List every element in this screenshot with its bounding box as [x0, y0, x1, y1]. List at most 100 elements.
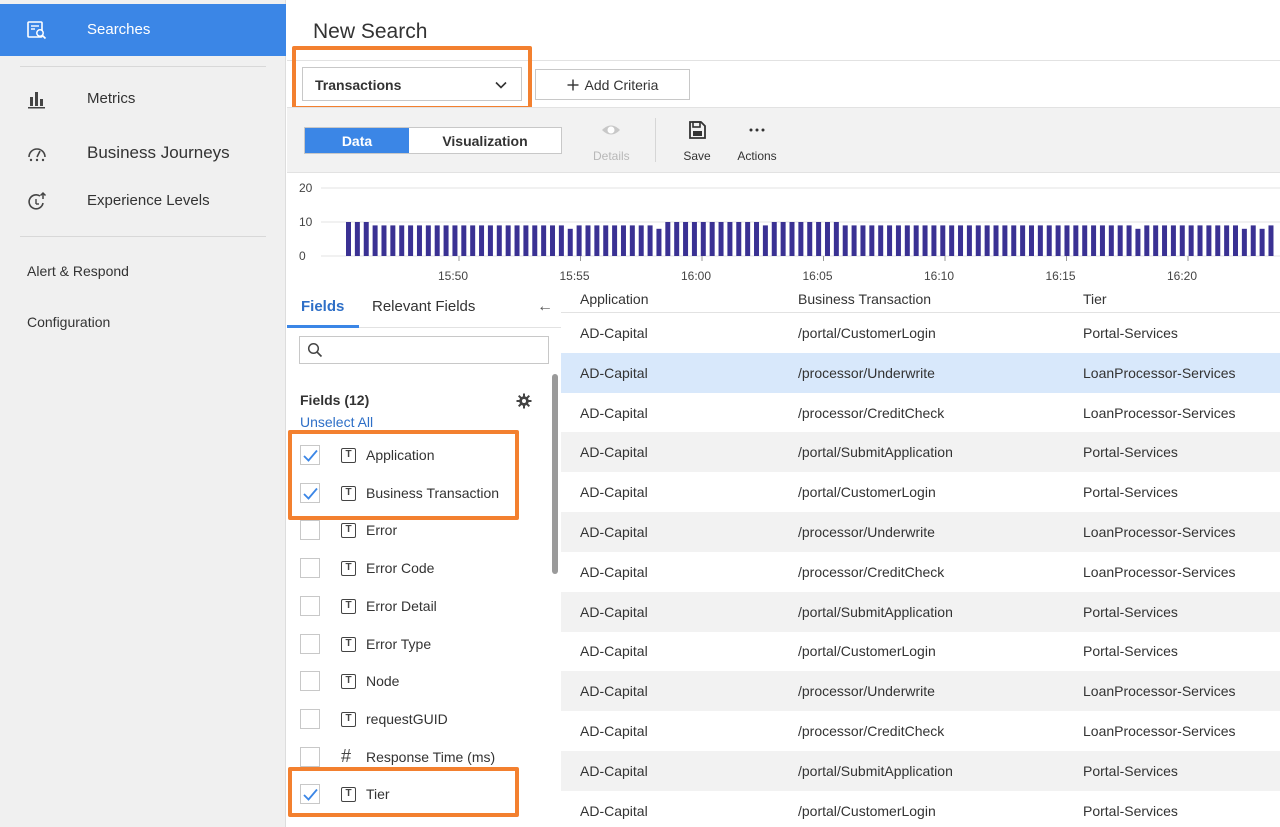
table-row[interactable]: AD-Capital/portal/CustomerLogin Portal-Se…: [561, 791, 1280, 827]
histogram-bar: [940, 225, 946, 256]
numeric-type-icon: #: [341, 745, 352, 766]
histogram-bar: [470, 225, 476, 256]
divider: [20, 66, 266, 67]
highlight-box: [288, 767, 519, 817]
histogram-bar: [913, 225, 919, 256]
table-cell: AD-Capital: [580, 404, 648, 421]
table-row[interactable]: AD-Capital/processor/Underwrite LoanProce…: [561, 352, 1280, 393]
table-cell: Portal-Services: [1083, 762, 1178, 779]
histogram-bar: [603, 225, 609, 256]
field-checkbox[interactable]: [300, 558, 320, 579]
details-button[interactable]: Details: [593, 120, 630, 166]
table-cell: AD-Capital: [580, 643, 648, 660]
table-row[interactable]: AD-Capital/processor/Underwrite LoanProce…: [561, 512, 1280, 552]
table-row[interactable]: AD-Capital/processor/CreditCheck LoanProc…: [561, 711, 1280, 751]
tab-fields[interactable]: Fields: [301, 298, 344, 315]
histogram-bar: [443, 225, 449, 256]
histogram-bar: [372, 225, 378, 256]
histogram-bar: [771, 222, 777, 256]
sidebar-item-configuration[interactable]: Configuration: [27, 314, 110, 330]
y-tick-label: 0: [299, 249, 306, 263]
table-row[interactable]: AD-Capital/processor/CreditCheck LoanProc…: [561, 552, 1280, 592]
field-checkbox[interactable]: [300, 520, 320, 541]
actions-button[interactable]: Actions: [735, 120, 779, 166]
table-row[interactable]: AD-Capital/portal/SubmitApplication Porta…: [561, 432, 1280, 473]
field-checkbox[interactable]: [300, 746, 320, 767]
sidebar-item-label: Searches: [87, 21, 151, 38]
text-type-icon: T: [341, 448, 356, 463]
table-cell: AD-Capital: [580, 563, 648, 580]
save-label: Save: [683, 149, 711, 163]
entity-type-value: Transactions: [315, 77, 402, 93]
field-checkbox[interactable]: [300, 633, 320, 654]
fields-search-input[interactable]: [299, 336, 549, 364]
field-label: Business Transaction: [366, 484, 500, 501]
field-checkbox[interactable]: [300, 445, 320, 465]
histogram-bar: [966, 225, 972, 256]
histogram-bar: [1002, 225, 1008, 256]
table-row[interactable]: AD-Capital/portal/CustomerLogin Portal-Se…: [561, 631, 1280, 671]
histogram-bar: [709, 222, 715, 256]
field-checkbox[interactable]: [300, 708, 320, 729]
sidebar-item-metrics[interactable]: Metrics: [0, 79, 286, 119]
histogram-bar: [727, 222, 733, 256]
sidebar-item-business-journeys[interactable]: Business Journeys: [0, 133, 286, 173]
histogram-bar: [1224, 225, 1230, 256]
histogram-bar: [390, 225, 396, 256]
histogram-bar: [363, 222, 369, 256]
histogram-bar: [1259, 228, 1265, 256]
table-cell: /portal/SubmitApplication: [798, 444, 953, 461]
gauge-icon: [28, 148, 46, 162]
field-checkbox[interactable]: [300, 595, 320, 616]
page-title: New Search: [313, 20, 428, 43]
table-row[interactable]: AD-Capital/portal/SubmitApplication Porta…: [561, 750, 1280, 791]
field-checkbox[interactable]: [300, 784, 320, 805]
tab-relevant-fields[interactable]: Relevant Fields: [372, 298, 475, 315]
collapse-panel-icon[interactable]: ←: [537, 298, 553, 316]
unselect-all-link[interactable]: Unselect All: [300, 414, 373, 430]
table-row[interactable]: AD-Capital/processor/Underwrite LoanProce…: [561, 671, 1280, 712]
column-header-business-transaction[interactable]: Business Transaction: [798, 286, 931, 312]
histogram-bar: [638, 225, 644, 256]
plus-icon: [567, 79, 579, 90]
table-cell: LoanProcessor-Services: [1083, 364, 1236, 381]
histogram-bar: [567, 228, 573, 256]
field-label: Response Time (ms): [366, 748, 496, 765]
x-tick-label: 15:55: [560, 269, 590, 283]
tab-visualization[interactable]: Visualization: [409, 128, 561, 153]
histogram-bar: [949, 225, 955, 256]
field-label: Tier: [366, 786, 390, 803]
sidebar-item-experience-levels[interactable]: Experience Levels: [0, 181, 286, 221]
tab-data[interactable]: Data: [305, 128, 409, 153]
column-header-tier[interactable]: Tier: [1083, 286, 1107, 312]
table-row[interactable]: AD-Capital/portal/CustomerLogin Portal-Se…: [561, 472, 1280, 512]
table-cell: /processor/CreditCheck: [798, 404, 945, 421]
table-cell: AD-Capital: [580, 524, 648, 540]
histogram-bar: [629, 225, 635, 256]
table-cell: /portal/SubmitApplication: [798, 762, 953, 779]
table-row[interactable]: AD-Capital/portal/SubmitApplication Porta…: [561, 591, 1280, 632]
sidebar: Searches Metrics Business Journeys Exper…: [0, 0, 286, 827]
gear-icon[interactable]: [516, 393, 532, 409]
histogram-bar: [1170, 225, 1176, 256]
table-cell: AD-Capital: [580, 444, 648, 461]
table-cell: /portal/SubmitApplication: [798, 603, 953, 620]
fields-scrollbar[interactable]: [552, 374, 558, 574]
histogram-bar: [1037, 225, 1043, 256]
histogram-bar: [789, 222, 795, 256]
eye-icon: [602, 125, 620, 135]
entity-type-select[interactable]: Transactions: [302, 67, 522, 101]
column-header-application[interactable]: Application: [580, 286, 649, 312]
histogram-bar: [620, 225, 626, 256]
field-checkbox[interactable]: [300, 482, 320, 503]
table-row[interactable]: AD-Capital/processor/CreditCheck LoanProc…: [561, 393, 1280, 433]
sidebar-item-alert-respond[interactable]: Alert & Respond: [27, 263, 129, 279]
field-checkbox[interactable]: [300, 671, 320, 692]
save-button[interactable]: Save: [680, 120, 714, 166]
sidebar-item-searches[interactable]: Searches: [0, 4, 286, 56]
histogram-bar: [1091, 225, 1097, 256]
add-criteria-button[interactable]: Add Criteria: [535, 69, 690, 100]
text-type-icon: T: [341, 485, 356, 501]
table-row[interactable]: AD-Capital/portal/CustomerLogin Portal-Se…: [561, 313, 1280, 353]
field-label: Node: [366, 673, 400, 690]
